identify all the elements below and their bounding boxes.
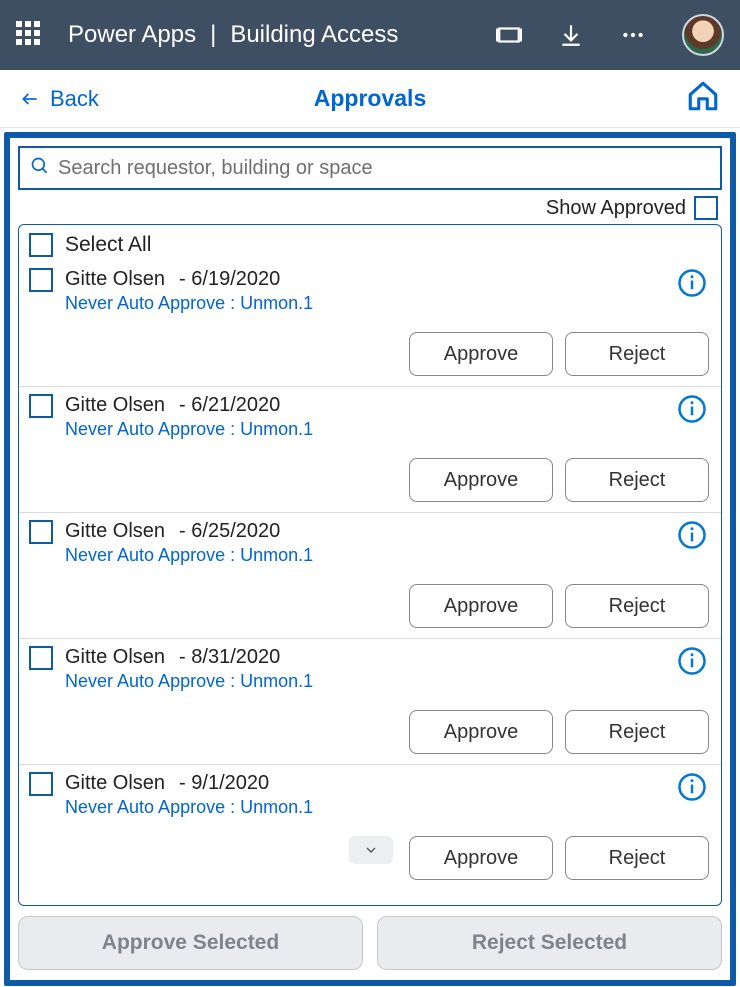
info-icon[interactable] bbox=[677, 772, 707, 807]
show-approved-row: Show Approved bbox=[10, 190, 730, 224]
waffle-icon[interactable] bbox=[16, 21, 44, 49]
request-detail: Never Auto Approve : Unmon.1 bbox=[65, 671, 313, 692]
expand-button[interactable] bbox=[349, 836, 393, 864]
app-header: Power Apps | Building Access bbox=[0, 0, 740, 70]
approve-button[interactable]: Approve bbox=[409, 332, 553, 376]
home-button[interactable] bbox=[686, 79, 720, 118]
request-date: - 6/25/2020 bbox=[179, 520, 280, 543]
request-row: Gitte Olsen - 6/21/2020 Never Auto Appro… bbox=[19, 387, 721, 513]
request-date: - 6/19/2020 bbox=[179, 268, 280, 291]
nav-bar: Back Approvals bbox=[0, 70, 740, 128]
row-checkbox[interactable] bbox=[29, 520, 53, 544]
reject-button[interactable]: Reject bbox=[565, 332, 709, 376]
search-bar bbox=[18, 146, 722, 190]
show-approved-label: Show Approved bbox=[546, 197, 686, 220]
fit-icon[interactable] bbox=[496, 22, 522, 48]
request-detail: Never Auto Approve : Unmon.1 bbox=[65, 545, 313, 566]
reject-button[interactable]: Reject bbox=[565, 584, 709, 628]
select-all-checkbox[interactable] bbox=[29, 233, 53, 257]
requestor-name: Gitte Olsen bbox=[65, 268, 165, 291]
request-date: - 9/1/2020 bbox=[179, 772, 269, 795]
approve-button[interactable]: Approve bbox=[409, 710, 553, 754]
back-label: Back bbox=[50, 86, 99, 112]
info-icon[interactable] bbox=[677, 646, 707, 681]
search-input[interactable] bbox=[58, 157, 710, 180]
app-name: Power Apps bbox=[68, 21, 196, 49]
row-checkbox[interactable] bbox=[29, 772, 53, 796]
header-title: Power Apps | Building Access bbox=[68, 21, 398, 49]
approve-selected-button[interactable]: Approve Selected bbox=[18, 916, 363, 970]
select-all-label: Select All bbox=[65, 233, 151, 257]
approve-button[interactable]: Approve bbox=[409, 836, 553, 880]
show-approved-checkbox[interactable] bbox=[694, 196, 718, 220]
request-row: Gitte Olsen - 6/25/2020 Never Auto Appro… bbox=[19, 513, 721, 639]
title-divider: | bbox=[210, 21, 216, 49]
request-row: Gitte Olsen - 9/1/2020 Never Auto Approv… bbox=[19, 765, 721, 890]
footer: Approve Selected Reject Selected bbox=[10, 906, 730, 980]
info-icon[interactable] bbox=[677, 394, 707, 429]
requestor-name: Gitte Olsen bbox=[65, 394, 165, 417]
page-name: Building Access bbox=[230, 21, 398, 49]
request-date: - 6/21/2020 bbox=[179, 394, 280, 417]
approve-button[interactable]: Approve bbox=[409, 458, 553, 502]
more-icon[interactable] bbox=[620, 22, 646, 48]
row-checkbox[interactable] bbox=[29, 268, 53, 292]
avatar[interactable] bbox=[682, 14, 724, 56]
request-detail: Never Auto Approve : Unmon.1 bbox=[65, 419, 313, 440]
search-icon bbox=[30, 156, 50, 181]
back-button[interactable]: Back bbox=[20, 86, 99, 112]
approve-button[interactable]: Approve bbox=[409, 584, 553, 628]
info-icon[interactable] bbox=[677, 268, 707, 303]
request-list: Select All Gitte Olsen - 6/19/2020 Never… bbox=[18, 224, 722, 906]
request-detail: Never Auto Approve : Unmon.1 bbox=[65, 293, 313, 314]
request-detail: Never Auto Approve : Unmon.1 bbox=[65, 797, 313, 818]
select-all-row: Select All bbox=[19, 225, 721, 261]
download-icon[interactable] bbox=[558, 22, 584, 48]
page-title: Approvals bbox=[314, 85, 426, 112]
reject-selected-button[interactable]: Reject Selected bbox=[377, 916, 722, 970]
requestor-name: Gitte Olsen bbox=[65, 520, 165, 543]
reject-button[interactable]: Reject bbox=[565, 458, 709, 502]
reject-button[interactable]: Reject bbox=[565, 836, 709, 880]
request-row: Gitte Olsen - 6/19/2020 Never Auto Appro… bbox=[19, 261, 721, 387]
request-date: - 8/31/2020 bbox=[179, 646, 280, 669]
requestor-name: Gitte Olsen bbox=[65, 646, 165, 669]
info-icon[interactable] bbox=[677, 520, 707, 555]
content-frame: Show Approved Select All Gitte Olsen - 6… bbox=[4, 132, 736, 986]
request-row: Gitte Olsen - 8/31/2020 Never Auto Appro… bbox=[19, 639, 721, 765]
row-checkbox[interactable] bbox=[29, 394, 53, 418]
requestor-name: Gitte Olsen bbox=[65, 772, 165, 795]
reject-button[interactable]: Reject bbox=[565, 710, 709, 754]
row-checkbox[interactable] bbox=[29, 646, 53, 670]
